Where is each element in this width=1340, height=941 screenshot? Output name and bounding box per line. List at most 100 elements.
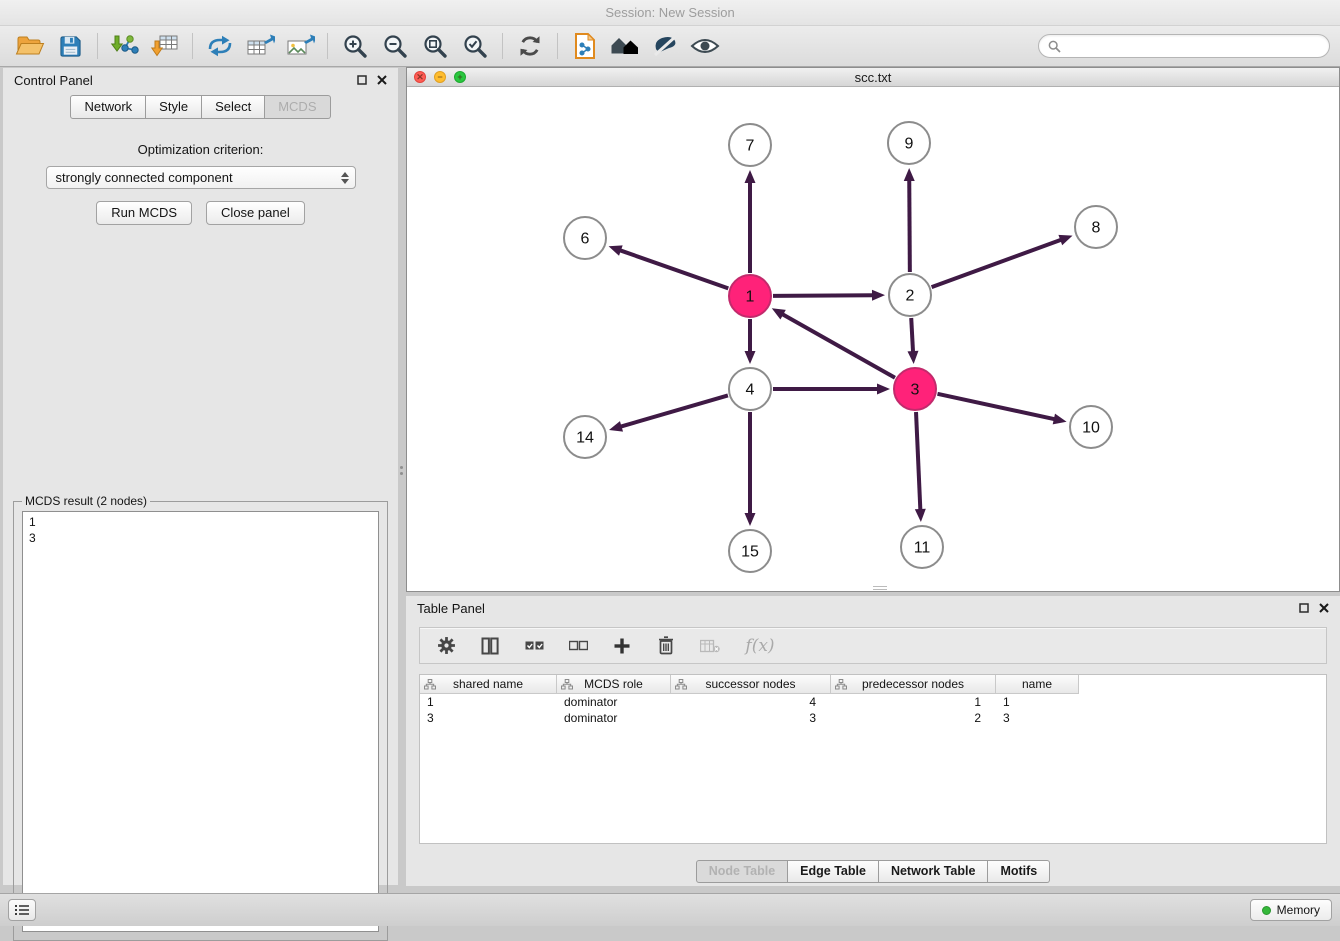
close-panel-button[interactable] [377, 75, 387, 85]
column-header-predecessor-nodes[interactable]: predecessor nodes [831, 675, 996, 694]
close-table-panel-button[interactable] [1319, 603, 1329, 613]
cell-name[interactable]: 1 [996, 694, 1079, 710]
graph-node-15[interactable]: 15 [729, 530, 771, 572]
column-header-name[interactable]: name [996, 675, 1079, 694]
graph-node-3[interactable]: 3 [894, 368, 936, 410]
tab-network-table[interactable]: Network Table [879, 860, 989, 883]
graph-edge-2-3[interactable] [907, 318, 918, 364]
select-all-button[interactable] [522, 633, 546, 659]
graph-node-7[interactable]: 7 [729, 124, 771, 166]
graph-edge-2-8[interactable] [932, 235, 1073, 287]
column-header-successor-nodes[interactable]: successor nodes [671, 675, 831, 694]
panel-splitter[interactable] [398, 68, 406, 885]
frame-maximize-button[interactable]: + [454, 71, 466, 83]
graph-node-10[interactable]: 10 [1070, 406, 1112, 448]
graph-edge-4-15[interactable] [745, 412, 756, 526]
float-table-panel-button[interactable] [1299, 603, 1309, 613]
import-network-button[interactable] [105, 29, 145, 63]
table-panel-title: Table Panel [417, 601, 485, 616]
graphics-details-button[interactable] [645, 29, 685, 63]
cell-mcds-role[interactable]: dominator [557, 710, 671, 726]
frame-resize-handle[interactable] [873, 586, 887, 590]
add-column-button[interactable] [610, 633, 634, 659]
show-hide-button[interactable] [685, 29, 725, 63]
export-image-button[interactable] [280, 29, 320, 63]
column-header-shared-name[interactable]: shared name [420, 675, 557, 694]
tab-select[interactable]: Select [202, 95, 265, 119]
float-panel-button[interactable] [357, 75, 367, 85]
table-row[interactable]: 3 dominator 3 2 3 [420, 710, 1326, 726]
network-view-frame: ✕ − + scc.txt 7 9 6 8 1 2 4 3 14 10 15 11 [406, 67, 1340, 592]
zoom-selected-button[interactable] [455, 29, 495, 63]
show-columns-button[interactable] [478, 633, 502, 659]
graph-node-1[interactable]: 1 [729, 275, 771, 317]
tab-mcds[interactable]: MCDS [265, 95, 330, 119]
function-builder-button[interactable]: f(x) [742, 633, 778, 659]
svg-text:7: 7 [746, 138, 755, 155]
graph-edge-1-2[interactable] [773, 290, 885, 301]
export-network-button[interactable] [200, 29, 240, 63]
table-settings-button[interactable] [434, 633, 458, 659]
graph-edge-1-6[interactable] [609, 245, 729, 288]
graph-node-9[interactable]: 9 [888, 122, 930, 164]
cell-name[interactable]: 3 [996, 710, 1079, 726]
frame-close-button[interactable]: ✕ [414, 71, 426, 83]
tab-node-table[interactable]: Node Table [696, 860, 788, 883]
cell-predecessor-nodes[interactable]: 2 [831, 710, 996, 726]
deselect-all-button[interactable] [566, 633, 590, 659]
toolbar-separator [97, 33, 98, 59]
zoom-in-button[interactable] [335, 29, 375, 63]
graph-edge-4-14[interactable] [609, 395, 728, 431]
control-panel-tabs: Network Style Select MCDS [3, 95, 398, 119]
tab-edge-table[interactable]: Edge Table [788, 860, 879, 883]
cell-mcds-role[interactable]: dominator [557, 694, 671, 710]
zoom-fit-button[interactable] [415, 29, 455, 63]
graph-node-4[interactable]: 4 [729, 368, 771, 410]
graph-edge-3-11[interactable] [915, 412, 926, 522]
share-document-button[interactable] [565, 29, 605, 63]
import-table-button[interactable] [145, 29, 185, 63]
zoom-out-button[interactable] [375, 29, 415, 63]
cell-successor-nodes[interactable]: 4 [671, 694, 831, 710]
graph-edge-3-1[interactable] [772, 308, 895, 377]
frame-minimize-button[interactable]: − [434, 71, 446, 83]
graph-node-6[interactable]: 6 [564, 217, 606, 259]
cell-predecessor-nodes[interactable]: 1 [831, 694, 996, 710]
network-canvas[interactable]: 7 9 6 8 1 2 4 3 14 10 15 11 [407, 87, 1339, 591]
tab-network[interactable]: Network [70, 95, 146, 119]
open-session-button[interactable] [10, 29, 50, 63]
graph-edge-1-7[interactable] [745, 170, 756, 273]
delete-column-button[interactable] [654, 633, 678, 659]
apply-layout-button[interactable] [510, 29, 550, 63]
memory-label: Memory [1277, 903, 1320, 917]
graph-node-8[interactable]: 8 [1075, 206, 1117, 248]
search-input[interactable] [1067, 39, 1320, 54]
close-panel-action-button[interactable]: Close panel [206, 201, 305, 225]
tab-style[interactable]: Style [146, 95, 202, 119]
home-button[interactable] [605, 29, 645, 63]
network-frame-titlebar[interactable]: ✕ − + scc.txt [407, 68, 1339, 87]
graph-edge-3-10[interactable] [937, 394, 1066, 425]
table-row[interactable]: 1 dominator 4 1 1 [420, 694, 1326, 710]
memory-button[interactable]: Memory [1250, 899, 1332, 921]
graph-edge-1-4[interactable] [745, 319, 756, 364]
toolbar-separator [502, 33, 503, 59]
export-table-button[interactable] [240, 29, 280, 63]
delete-table-button[interactable] [698, 633, 722, 659]
graph-node-11[interactable]: 11 [901, 526, 943, 568]
graph-node-14[interactable]: 14 [564, 416, 606, 458]
column-type-icon [424, 679, 436, 690]
graph-node-2[interactable]: 2 [889, 274, 931, 316]
show-panels-button[interactable] [8, 899, 36, 921]
save-session-button[interactable] [50, 29, 90, 63]
cell-successor-nodes[interactable]: 3 [671, 710, 831, 726]
tab-motifs[interactable]: Motifs [988, 860, 1050, 883]
column-type-icon [561, 679, 573, 690]
graph-edge-2-9[interactable] [904, 168, 915, 272]
column-header-mcds-role[interactable]: MCDS role [557, 675, 671, 694]
graph-edge-4-3[interactable] [773, 384, 890, 395]
cell-shared-name[interactable]: 3 [420, 710, 557, 726]
run-mcds-button[interactable]: Run MCDS [96, 201, 192, 225]
optimization-criterion-select[interactable]: strongly connected component [46, 166, 356, 189]
cell-shared-name[interactable]: 1 [420, 694, 557, 710]
